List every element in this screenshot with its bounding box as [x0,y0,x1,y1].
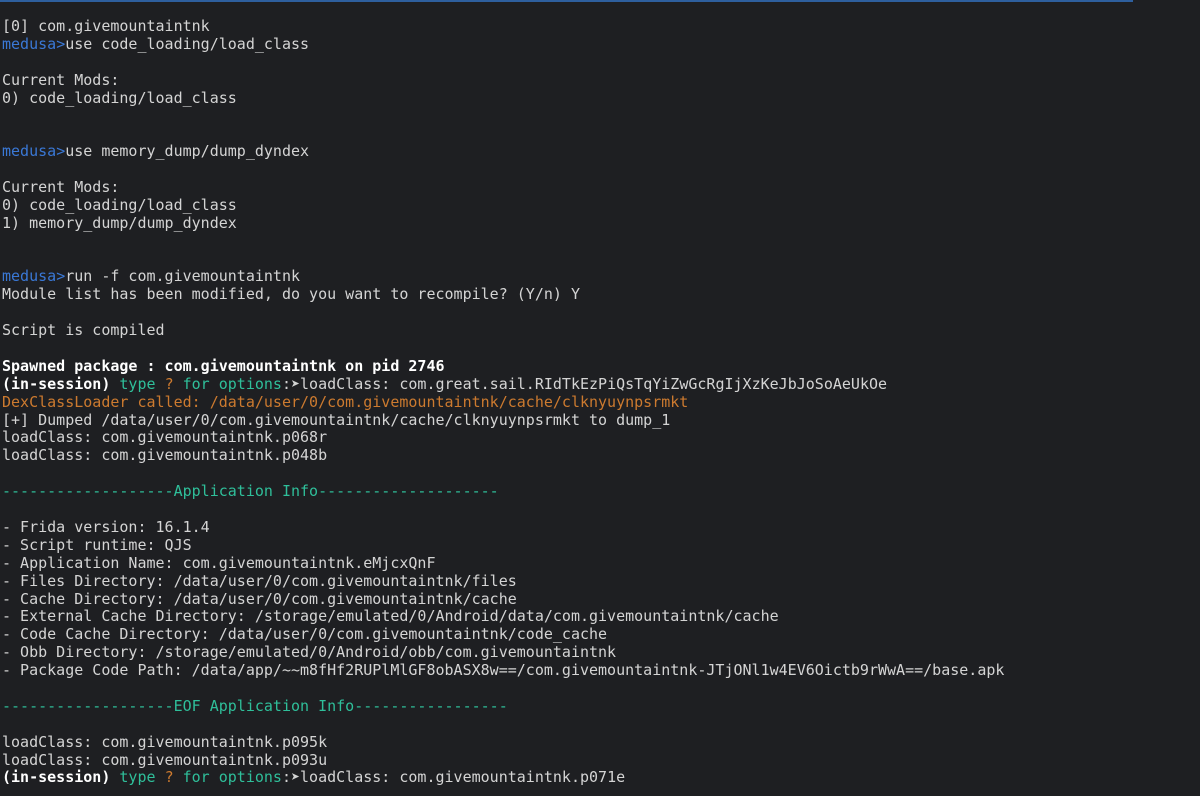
terminal-text-segment: loadClass: com.givemountaintnk.p048b [2,446,328,465]
terminal-line: DexClassLoader called: /data/user/0/com.… [2,392,1200,412]
terminal-text-segment: - Frida version: 16.1.4 [2,517,210,536]
terminal-text-segment: :➤ [281,768,301,787]
terminal-text-segment: type [110,768,165,787]
terminal-line: medusa>use memory_dump/dump_dyndex [2,142,1200,161]
terminal-text-segment: (in-session) [2,768,111,787]
terminal-line: loadClass: com.givemountaintnk.p093u [2,750,1200,770]
terminal-text-segment: ? [164,374,174,393]
terminal-text-segment: run -f com.givemountaintnk [65,267,301,286]
terminal-line: (in-session) type ? for options:➤loadCla… [2,374,1200,394]
terminal-text-segment: 1) memory_dump/dump_dyndex [2,213,237,232]
terminal-text-segment: DexClassLoader called: /data/user/0/com.… [2,392,689,411]
terminal-text-segment: 0) code_loading/load_class [2,88,237,107]
terminal-text-segment: -------------------Application Info-----… [2,482,499,501]
terminal-line: [+] Dumped /data/user/0/com.givemountain… [2,410,1200,430]
terminal-text-segment: loadClass: com.givemountaintnk.p095k [2,732,328,751]
terminal-output: [0] com.givemountaintnk medusa>use code_l… [2,17,1200,787]
terminal-line: Script is compiled [2,321,1200,340]
terminal-line: - External Cache Directory: /storage/emu… [2,607,1200,626]
terminal-line: [0] com.givemountaintnk [2,17,1200,36]
terminal-text-segment: use code_loading/load_class [65,34,310,53]
terminal-text-segment: - Obb Directory: /storage/emulated/0/And… [2,643,617,662]
terminal-text-segment: (in-session) [2,374,111,393]
terminal-line: (in-session) type ? for options:➤loadCla… [2,768,1200,787]
terminal-line: Current Mods: [2,70,1200,90]
terminal-text-segment: ? [164,768,174,787]
terminal-line: 0) code_loading/load_class [2,88,1200,108]
terminal-line: - Frida version: 16.1.4 [2,517,1200,537]
terminal-line: - Code Cache Directory: /data/user/0/com… [2,625,1200,644]
terminal-line: loadClass: com.givemountaintnk.p048b [2,446,1200,465]
terminal-line: - Cache Directory: /data/user/0/com.give… [2,589,1200,609]
terminal-text-segment: 0) code_loading/load_class [2,195,237,214]
terminal-text-segment: loadClass: com.great.sail.RIdTkEzPiQsTqY… [300,374,888,393]
terminal-text-segment: use memory_dump/dump_dyndex [65,142,310,161]
terminal-line: 1) memory_dump/dump_dyndex [2,213,1200,233]
terminal-line: -------------------Application Info-----… [2,482,1200,501]
terminal-line: 0) code_loading/load_class [2,195,1200,215]
terminal-text-segment: [+] Dumped /data/user/0/com.givemountain… [2,410,671,429]
terminal-line: - Script runtime: QJS [2,535,1200,555]
terminal-line: medusa>run -f com.givemountaintnk [2,268,1200,286]
terminal-text-segment: for options [173,768,282,787]
terminal-text-segment: loadClass: com.givemountaintnk.p068r [2,428,328,447]
terminal-line: loadClass: com.givemountaintnk.p095k [2,732,1200,752]
terminal-window[interactable]: [0] com.givemountaintnk medusa>use code_l… [0,0,1200,796]
terminal-line: - Application Name: com.givemountaintnk.… [2,553,1200,573]
terminal-text-segment: -------------------EOF Application Info-… [2,696,508,715]
terminal-line: - Files Directory: /data/user/0/com.give… [2,571,1200,591]
terminal-text-segment: medusa [2,34,57,53]
terminal-text-segment: > [56,142,66,161]
terminal-text-segment: - Application Name: com.givemountaintnk.… [2,553,436,572]
terminal-text-segment: - Cache Directory: /data/user/0/com.give… [2,589,517,608]
terminal-text-segment: :➤ [281,374,301,393]
terminal-line: - Package Code Path: /data/app/~~m8fHf2R… [2,661,1200,680]
terminal-text-segment: loadClass: com.givemountaintnk.p093u [2,750,328,769]
terminal-text-segment: medusa [2,267,57,286]
terminal-text-segment: medusa [2,142,57,161]
terminal-line: loadClass: com.givemountaintnk.p068r [2,429,1200,447]
terminal-text-segment: Module list has been modified, do you wa… [2,285,580,304]
terminal-text-segment: loadClass: com.givemountaintnk.p071e [300,768,626,787]
terminal-text-segment: [0] com.givemountaintnk [2,17,210,35]
terminal-text-segment: type [110,374,165,393]
terminal-text-segment: Current Mods: [2,178,120,197]
terminal-line: - Obb Directory: /storage/emulated/0/And… [2,643,1200,662]
terminal-text-segment: - Files Directory: /data/user/0/com.give… [2,571,517,590]
window-top-accent [0,0,1133,2]
terminal-text-segment: - Code Cache Directory: /data/user/0/com… [2,625,608,644]
terminal-line: medusa>use code_loading/load_class [2,34,1200,54]
terminal-line: -------------------EOF Application Info-… [2,696,1200,716]
terminal-text-segment: for options [173,374,282,393]
terminal-text-segment: Spawned package : com.givemountaintnk on… [2,356,445,375]
terminal-line: Current Mods: [2,178,1200,197]
terminal-text-segment: - Package Code Path: /data/app/~~m8fHf2R… [2,661,1005,680]
terminal-line: Module list has been modified, do you wa… [2,285,1200,304]
terminal-text-segment: Current Mods: [2,70,120,89]
terminal-text-segment: > [56,267,66,286]
terminal-text-segment: Script is compiled [2,321,165,340]
terminal-text-segment: > [56,34,66,53]
terminal-text-segment: - Script runtime: QJS [2,535,192,554]
terminal-line: Spawned package : com.givemountaintnk on… [2,356,1200,376]
terminal-text-segment: - External Cache Directory: /storage/emu… [2,607,779,626]
